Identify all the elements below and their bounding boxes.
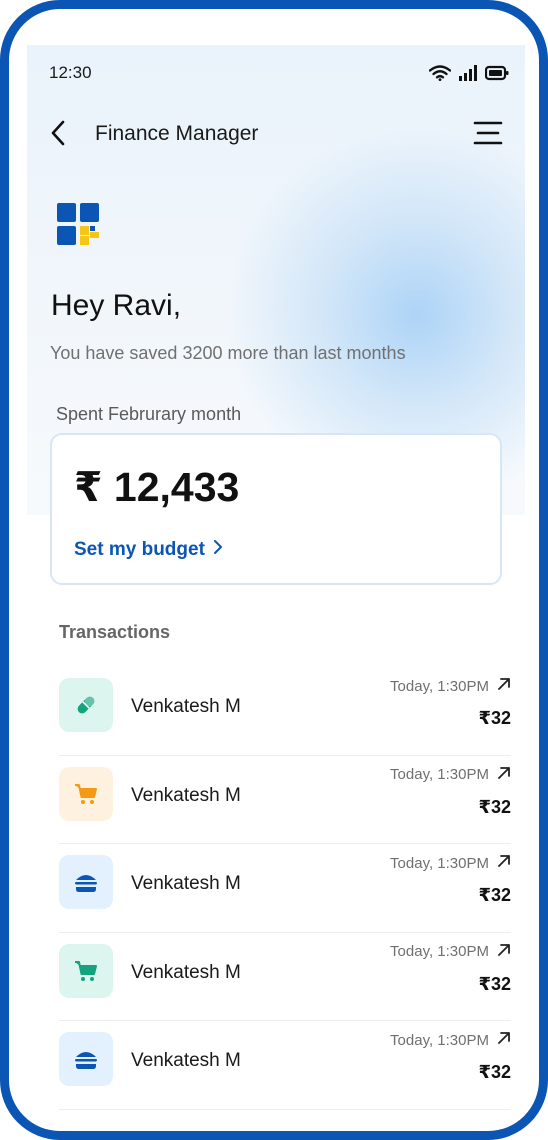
transaction-amount: ₹32: [478, 708, 511, 728]
transaction-name: Venkatesh M: [131, 696, 241, 717]
burger-icon: [59, 1032, 113, 1086]
transaction-time: Today, 1:30PM: [390, 766, 511, 784]
arrow-up-right-icon: [497, 677, 511, 695]
transaction-row[interactable]: Venkatesh M Today, 1:30PM ₹32: [59, 933, 511, 1021]
status-icons: [428, 65, 509, 86]
transaction-time-text: Today, 1:30PM: [390, 677, 489, 695]
transaction-time: Today, 1:30PM: [390, 1031, 511, 1049]
transaction-name: Venkatesh M: [131, 961, 241, 983]
spent-amount: ₹ 12,433: [74, 464, 240, 510]
battery-icon: [484, 65, 509, 86]
signal-icon: [459, 65, 477, 86]
hamburger-menu-icon: [473, 121, 503, 150]
transaction-time: Today, 1:30PM: [390, 854, 511, 872]
chevron-left-icon: [49, 119, 67, 152]
transaction-time: Today, 1:30PM: [390, 677, 511, 695]
transactions-heading: Transactions: [59, 622, 171, 642]
status-bar: 12:30: [49, 63, 509, 87]
transaction-row[interactable]: Venkatesh M Today, 1:30PM ₹32: [59, 844, 511, 933]
transaction-time-text: Today, 1:30PM: [390, 766, 489, 783]
phone-frame: 12:30 Finance Manager Hey Ravi, You have…: [0, 0, 548, 1140]
cart-icon: [59, 943, 113, 998]
burger-icon: [59, 855, 113, 909]
transaction-name: Venkatesh M: [131, 784, 241, 806]
transaction-row[interactable]: Venkatesh M Today, 1:30PM ₹32: [59, 1021, 511, 1110]
transaction-amount: ₹32: [478, 973, 511, 994]
app-header: Finance Manager: [49, 115, 503, 155]
transaction-amount: ₹32: [478, 885, 511, 905]
wifi-icon: [428, 65, 452, 86]
transaction-row[interactable]: Venkatesh M Today, 1:30PM ₹32: [59, 667, 511, 756]
transaction-time-text: Today, 1:30PM: [390, 1031, 489, 1049]
set-budget-label: Set my budget: [74, 539, 205, 560]
app-logo: [57, 203, 101, 247]
transaction-time: Today, 1:30PM: [390, 943, 511, 961]
app-screen: 12:30 Finance Manager Hey Ravi, You have…: [27, 45, 525, 1129]
transaction-time-text: Today, 1:30PM: [390, 854, 489, 872]
back-button[interactable]: [49, 119, 79, 151]
status-time: 12:30: [49, 63, 92, 82]
transaction-name: Venkatesh M: [131, 873, 241, 894]
greeting-title: Hey Ravi,: [51, 289, 182, 322]
menu-button[interactable]: [473, 120, 503, 148]
page-title: Finance Manager: [95, 122, 259, 145]
transactions-list: Venkatesh M Today, 1:30PM ₹32 Venkatesh …: [59, 667, 511, 1110]
transaction-row[interactable]: Venkatesh M Today, 1:30PM ₹32: [59, 756, 511, 844]
set-budget-link[interactable]: Set my budget: [74, 539, 223, 561]
arrow-up-right-icon: [497, 1031, 511, 1049]
spent-label: Spent Februrary month: [56, 404, 242, 424]
transaction-time-text: Today, 1:30PM: [390, 943, 489, 960]
savings-subtitle: You have saved 3200 more than last month…: [50, 343, 406, 363]
cart-icon: [59, 766, 113, 821]
arrow-up-right-icon: [497, 766, 511, 784]
spending-card: ₹ 12,433 Set my budget: [50, 433, 502, 585]
arrow-up-right-icon: [497, 854, 511, 872]
arrow-up-right-icon: [497, 943, 511, 961]
pill-icon: [59, 678, 113, 732]
chevron-right-icon: [213, 539, 223, 561]
transaction-name: Venkatesh M: [131, 1050, 241, 1071]
transaction-amount: ₹32: [478, 796, 511, 817]
transaction-amount: ₹32: [478, 1062, 511, 1082]
